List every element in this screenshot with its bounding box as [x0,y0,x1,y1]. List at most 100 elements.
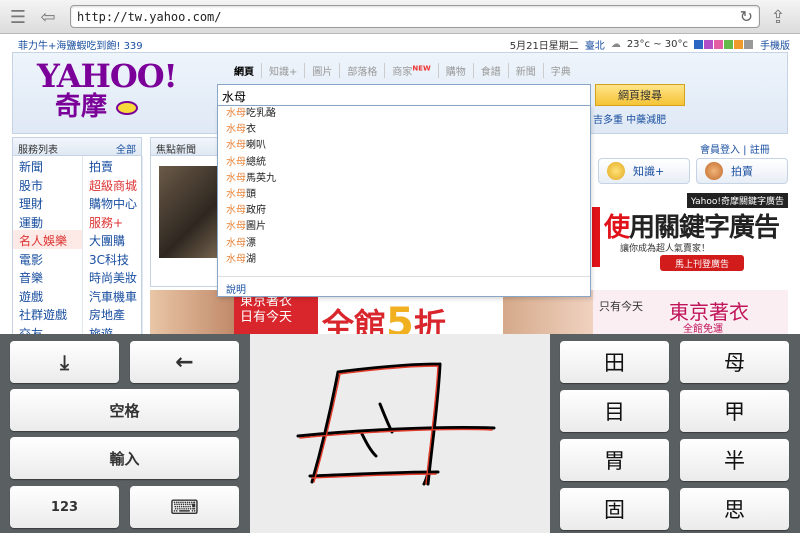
search-tab[interactable]: 圖片 [305,63,341,78]
service-item[interactable]: 大團購 [83,230,143,249]
service-item[interactable]: 名人娛樂 [13,230,83,249]
service-item[interactable]: 汽車機車 [83,285,143,304]
candidate-key[interactable]: 半 [680,439,789,481]
keyboard-switch-button[interactable]: ⌨ [130,486,239,528]
suggestion-item[interactable]: 水母湖 [218,252,590,268]
share-icon[interactable]: ⇪ [766,5,790,29]
suggestion-prefix: 水母 [226,124,246,136]
suggestion-rest: 政府 [246,205,266,217]
search-suggestions: 水母吃乳酪 水母衣 水母喇叭 水母總統 水母馬英九 水母頭 水母政府 水母圖片 水母漂 水母湖 說… [217,105,591,297]
service-item[interactable]: 拍賣 [83,156,143,175]
browser-toolbar: ☰ ⇦ http://tw.yahoo.com/ ↻ ⇪ [0,0,800,34]
search-tab[interactable]: 購物 [439,63,474,78]
suggestion-item[interactable]: 水母喇叭 [218,138,590,154]
suggestion-prefix: 水母 [226,156,246,168]
screen: ☰ ⇦ http://tw.yahoo.com/ ↻ ⇪ 菲力牛+海鹽蝦吃到飽!… [0,0,800,533]
mobile-link[interactable]: 手機版 [760,37,790,52]
service-item[interactable]: 社群遊戲 [13,304,83,323]
space-button[interactable]: 空格 [10,389,239,431]
search-tab[interactable]: 食譜 [474,63,509,78]
service-list: 服務列表 全部 新聞 拍賣 股市 超級商城 理財 購物中心 運動 服務+ 名人娛樂 大團購 電影 3C… [12,137,143,341]
suggestion-item[interactable]: 水母頭 [218,187,590,203]
new-badge: NEW [412,64,431,73]
suggestion-item[interactable]: 水母圖片 [218,219,590,235]
yahoo-logo[interactable]: YAHOO! 奇摩 [37,59,187,129]
search-tab[interactable]: 新聞 [509,63,544,78]
top-strip: 菲力牛+海鹽蝦吃到飽! 339 5月21日星期二 臺北 ☁ 23°c ~ 30°… [0,34,800,52]
search-tab[interactable]: 部落格 [340,63,386,78]
suggestion-rest: 馬英九 [246,172,276,184]
number-mode-button[interactable]: 123 [10,486,119,528]
address-bar[interactable]: http://tw.yahoo.com/ ↻ [70,5,760,28]
url-text: http://tw.yahoo.com/ [77,10,222,24]
enter-button[interactable]: 輸入 [10,437,239,479]
suggestion-help-link[interactable]: 說明 [218,276,590,296]
smile-icon [116,101,139,115]
ad-button[interactable]: 馬上刊登廣告 [660,255,744,271]
backspace-arrow-icon: ← [175,349,194,375]
service-all-link[interactable]: 全部 [116,141,136,156]
service-item[interactable]: 電影 [13,248,83,267]
service-item[interactable]: 服務+ [83,211,143,230]
candidate-key[interactable]: 固 [560,488,669,530]
promo-link[interactable]: 菲力牛+海鹽蝦吃到飽! 339 [18,37,143,52]
suggestion-item[interactable]: 水母政府 [218,203,590,219]
service-item[interactable]: 超級商城 [83,174,143,193]
service-item[interactable]: 時尚美妝 [83,267,143,286]
banner-only-today: 只有今天 [599,300,643,313]
keyword-ad[interactable]: Yahoo!奇摩關鍵字廣告 使用關鍵字廣告 讓你成為超人氣賣家！ 馬上刊登廣告 [592,193,788,275]
menu-icon[interactable]: ☰ [6,5,30,29]
service-item[interactable]: 3C科技 [83,248,143,267]
candidate-key[interactable]: 母 [680,341,789,383]
reload-icon[interactable]: ↻ [740,7,753,26]
news-image[interactable] [159,166,225,258]
search-tab[interactable]: 知識+ [262,63,306,78]
service-item[interactable]: 房地產 [83,304,143,323]
candidate-key[interactable]: 目 [560,390,669,432]
hide-keyboard-button[interactable]: ⤓ [10,341,119,383]
login-link[interactable]: 會員登入 [700,145,740,156]
service-item[interactable]: 運動 [13,211,83,230]
service-item[interactable]: 理財 [13,193,83,212]
city-select[interactable]: 臺北 [585,37,605,52]
search-input[interactable]: 水母 [217,84,591,106]
service-item[interactable]: 股市 [13,174,83,193]
suggestion-prefix: 水母 [226,221,246,233]
ad-subtitle: 讓你成為超人氣賣家！ [620,244,711,254]
suggestion-item[interactable]: 水母總統 [218,155,590,171]
sale-five: 5 [386,300,414,334]
handwriting-pad[interactable] [250,334,550,533]
auction-button[interactable]: 拍賣 [696,158,788,184]
service-item[interactable]: 遊戲 [13,285,83,304]
candidate-key[interactable]: 思 [680,488,789,530]
trend-links[interactable]: 吉多重 中藥減肥 [593,111,666,126]
suggestion-item[interactable]: 水母馬英九 [218,171,590,187]
candidate-key[interactable]: 田 [560,341,669,383]
handwriting-keyboard: ⤓ ← 空格 輸入 123 ⌨ 田母目甲胃半固思 [0,334,800,533]
search-tab[interactable]: 商家NEW [385,63,439,78]
back-arrow-icon[interactable]: ⇦ [36,5,60,29]
color-themes[interactable] [694,39,754,50]
search-button[interactable]: 網頁搜尋 [595,84,685,106]
date-text: 5月21日星期二 [509,41,579,52]
ad-title-red: 使 [604,213,630,243]
search-tab[interactable]: 字典 [544,63,578,78]
weather-text: 23°c ~ 30°c [626,39,688,50]
register-link[interactable]: 註冊 [750,145,770,156]
handwriting-strokes [296,362,496,486]
member-links: 會員登入 | 註冊 [700,145,770,156]
suggestion-item[interactable]: 水母吃乳酪 [218,106,590,122]
suggestion-item[interactable]: 水母漂 [218,236,590,252]
search-tab[interactable]: 網頁 [227,63,262,78]
service-item[interactable]: 購物中心 [83,193,143,212]
candidate-key[interactable]: 胃 [560,439,669,481]
candidate-key[interactable]: 甲 [680,390,789,432]
backspace-button[interactable]: ← [130,341,239,383]
suggestion-item[interactable]: 水母衣 [218,122,590,138]
service-item[interactable]: 音樂 [13,267,83,286]
suggestion-prefix: 水母 [226,205,246,217]
knowledge-button[interactable]: 知識+ [598,158,690,184]
suggestion-rest: 漂 [246,237,256,249]
service-item[interactable]: 新聞 [13,156,83,175]
ad-title-rest: 用關鍵字廣告 [629,213,780,243]
